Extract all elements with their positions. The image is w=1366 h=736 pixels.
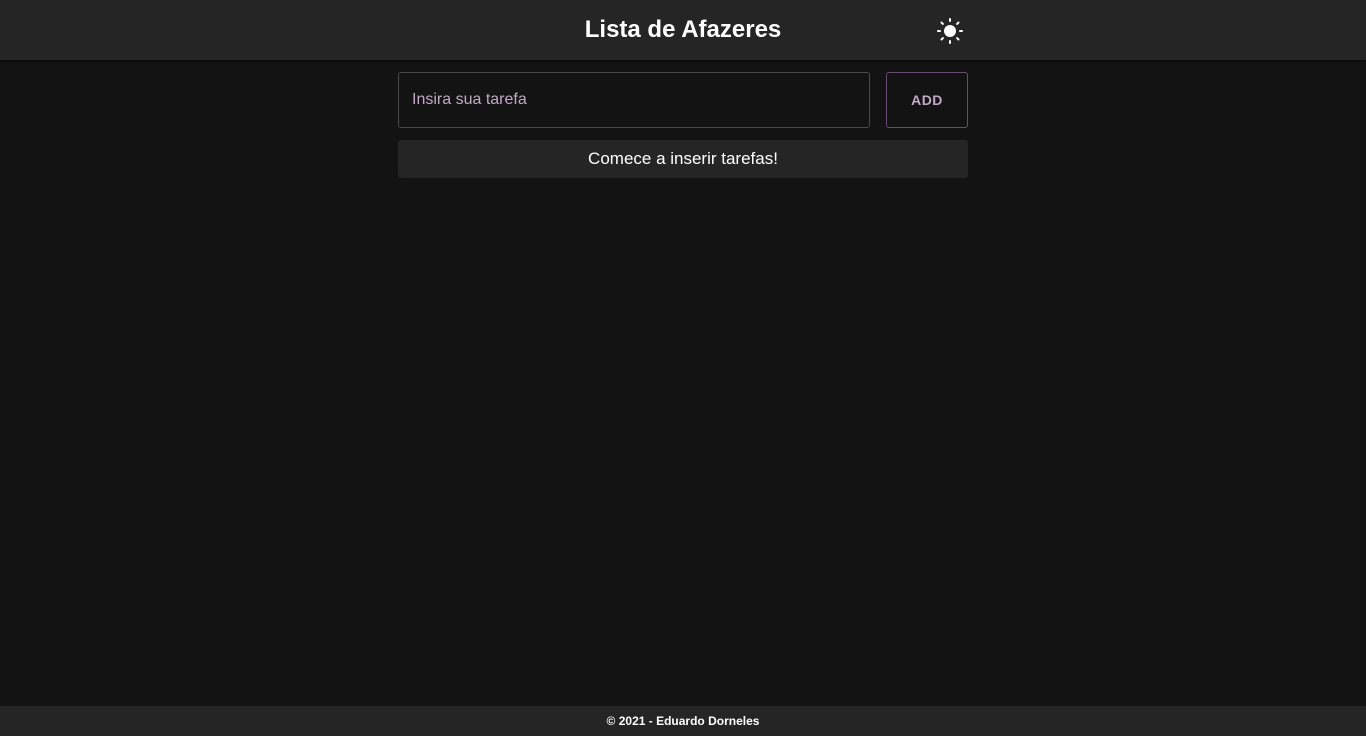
empty-list-message: Comece a inserir tarefas! xyxy=(398,140,968,178)
page-title: Lista de Afazeres xyxy=(584,16,782,43)
footer-copyright: © 2021 - Eduardo Dorneles xyxy=(0,706,1366,736)
task-input[interactable] xyxy=(398,72,870,128)
sun-icon xyxy=(936,17,964,45)
add-task-button[interactable]: ADD xyxy=(886,72,968,128)
theme-toggle-button[interactable] xyxy=(936,17,964,45)
app-header: Lista de Afazeres xyxy=(0,0,1366,60)
